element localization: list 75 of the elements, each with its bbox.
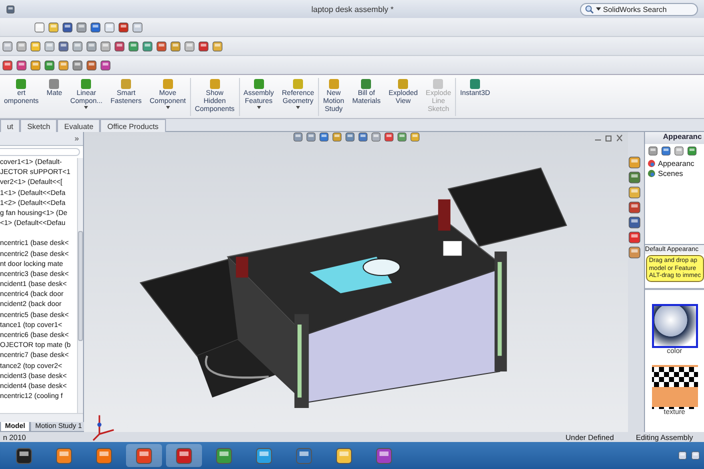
tool-icon	[469, 78, 482, 90]
toolbar-icon[interactable]	[661, 146, 671, 156]
toolbar-icon[interactable]	[30, 40, 41, 52]
toolbar-icon[interactable]	[72, 40, 83, 52]
toolbar-icon[interactable]	[184, 40, 195, 52]
toolbar-icon[interactable]	[44, 40, 55, 52]
scrollbar[interactable]	[0, 413, 83, 422]
toolbar-icon[interactable]	[114, 40, 125, 52]
toolbar-icon[interactable]	[44, 60, 55, 70]
toolbar-icon[interactable]	[16, 60, 27, 70]
dropdown-caret-icon[interactable]	[166, 106, 170, 109]
toolbar-icon[interactable]	[142, 40, 153, 52]
task-pane-tab-icon[interactable]	[628, 246, 641, 259]
tool-icon	[360, 78, 372, 90]
view-tool-icon[interactable]	[358, 132, 368, 142]
tray-icon[interactable]	[691, 451, 700, 460]
tool-icon	[432, 78, 444, 90]
task-pane-tab-icon[interactable]	[628, 231, 641, 244]
view-tool-icon[interactable]	[384, 132, 394, 142]
view-tool-icon[interactable]	[410, 132, 420, 142]
toolbar-icon[interactable]	[212, 40, 223, 52]
tool-icon	[208, 78, 221, 90]
tool-icon	[15, 78, 28, 90]
view-tool-icon[interactable]	[318, 132, 328, 142]
toolbar-icon[interactable]	[100, 40, 111, 52]
task-pane-tab-icon[interactable]	[628, 186, 641, 199]
sphere-swatch[interactable]	[652, 304, 698, 348]
dropdown-caret-icon[interactable]	[296, 106, 300, 109]
filter-field[interactable]	[0, 148, 80, 156]
toolbar-icon[interactable]	[72, 60, 83, 70]
toolbar-icon[interactable]	[156, 40, 167, 52]
task-pane-tab-icon[interactable]	[628, 156, 641, 169]
scrollbar[interactable]	[77, 158, 83, 413]
toolbar-icon[interactable]	[100, 60, 111, 70]
task-pane-tab-icon[interactable]	[628, 171, 641, 184]
toolbar-icon[interactable]	[58, 60, 69, 70]
view-tool-icon[interactable]	[370, 132, 380, 142]
dropdown-caret-icon[interactable]	[84, 106, 88, 109]
toolbar-icon[interactable]	[648, 146, 658, 156]
toolbar-icon[interactable]	[86, 40, 97, 52]
axis-triad-icon	[92, 414, 115, 442]
tool-icon	[80, 78, 92, 90]
toolbar-icon[interactable]	[687, 146, 697, 156]
view-tool-icon[interactable]	[292, 132, 302, 142]
toolbar-icon[interactable]	[128, 40, 139, 52]
view-tool-icon[interactable]	[332, 132, 342, 142]
toolbar-icon[interactable]	[86, 60, 97, 70]
toolbar-icon[interactable]	[58, 40, 69, 52]
view-tool-icon[interactable]	[306, 132, 316, 142]
toolbar-icon[interactable]	[30, 60, 41, 70]
tool-icon	[292, 78, 304, 90]
search-icon	[584, 4, 594, 14]
window-controls-icon[interactable]	[594, 134, 624, 142]
toolbar-icon[interactable]	[674, 146, 684, 156]
view-tool-icon[interactable]	[396, 132, 406, 142]
dropdown-caret-icon[interactable]	[256, 106, 261, 109]
toolbar-icon[interactable]	[2, 40, 13, 52]
task-pane-tab-icon[interactable]	[628, 201, 641, 214]
tool-icon	[120, 78, 132, 90]
tool-icon	[328, 78, 340, 90]
toolbar-icon[interactable]	[170, 40, 181, 52]
toolbar-icon[interactable]	[198, 40, 209, 52]
toolbar-icon[interactable]	[16, 40, 27, 52]
texture-swatch[interactable]	[652, 364, 698, 408]
view-tool-icon[interactable]	[344, 132, 354, 142]
window-title: laptop desk assembly *	[310, 4, 394, 14]
task-pane-tab-icon[interactable]	[628, 216, 641, 229]
toolbar-icon[interactable]	[2, 60, 13, 70]
tray-icon[interactable]	[678, 451, 687, 460]
tool-icon	[162, 78, 174, 90]
expand-button[interactable]: »	[74, 134, 79, 143]
tool-icon	[397, 78, 410, 90]
caret-icon[interactable]	[596, 7, 601, 11]
tool-icon	[48, 78, 60, 90]
tool-icon	[252, 78, 265, 90]
